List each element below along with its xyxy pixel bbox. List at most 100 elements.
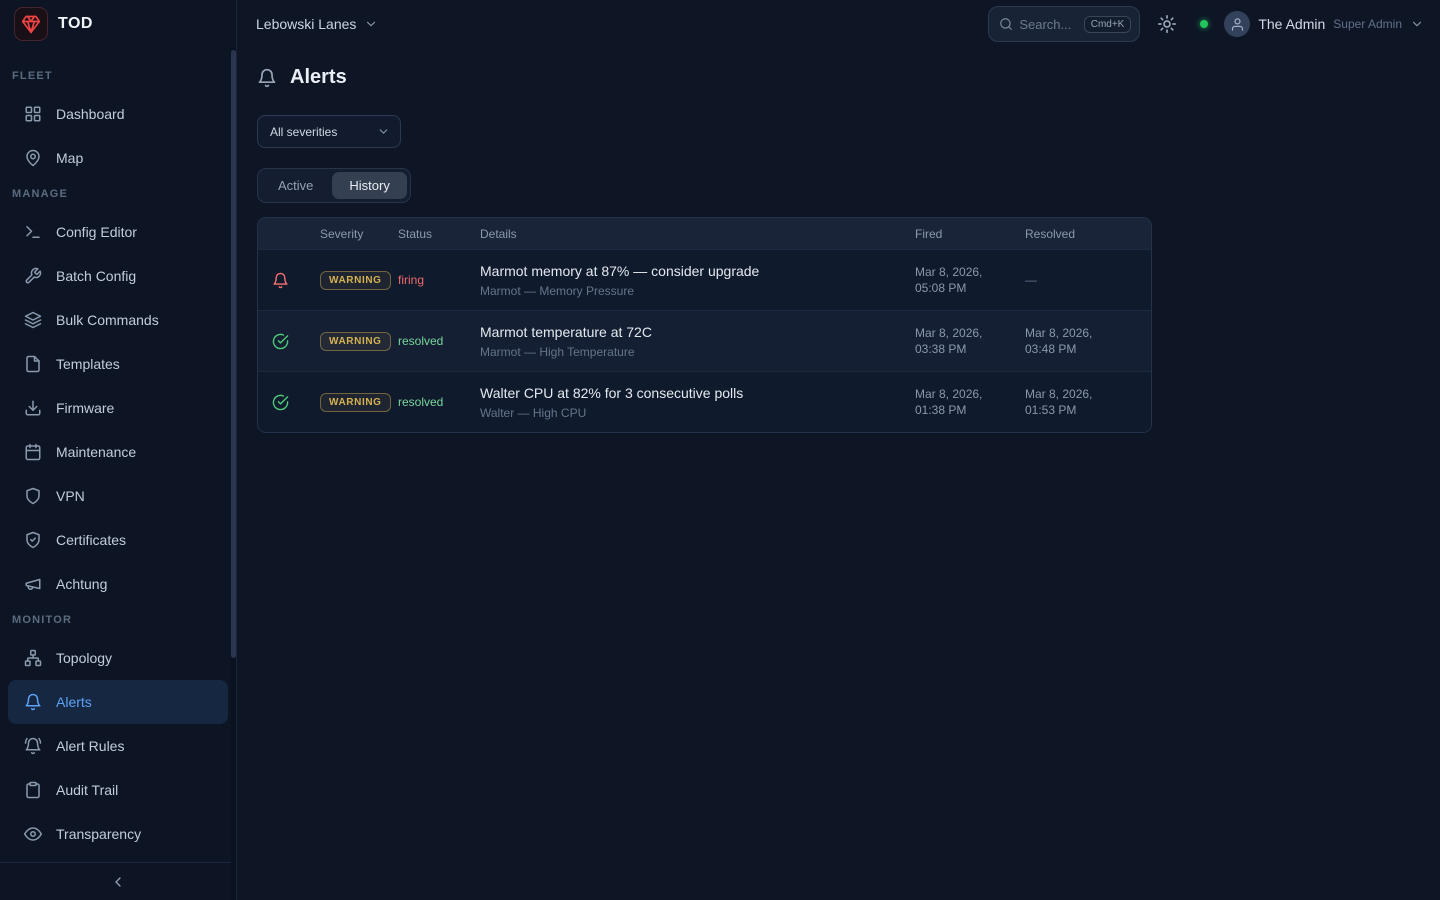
chevron-down-icon [1410, 17, 1424, 31]
user-icon [1230, 17, 1245, 32]
shield-check-icon [24, 531, 42, 549]
sidebar-scrollbar-thumb[interactable] [231, 50, 236, 658]
page-content: Alerts All severities Active History Sev… [237, 48, 1440, 900]
sidebar-item-config-editor[interactable]: Config Editor [8, 210, 228, 254]
tab-history[interactable]: History [332, 172, 406, 199]
sidebar-item-label: Transparency [56, 826, 141, 842]
alert-details: Walter CPU at 82% for 3 consecutive poll… [480, 385, 913, 420]
org-selector[interactable]: Lebowski Lanes [256, 16, 378, 32]
sidebar-item-transparency[interactable]: Transparency [8, 812, 228, 856]
search-icon [999, 17, 1013, 31]
check-circle-icon [272, 394, 289, 411]
check-circle-icon [272, 333, 289, 350]
sidebar-header: TOD [0, 0, 236, 48]
alert-details: Marmot temperature at 72C Marmot — High … [480, 324, 913, 359]
sidebar-item-batch-config[interactable]: Batch Config [8, 254, 228, 298]
sidebar-item-label: VPN [56, 488, 85, 504]
sidebar-item-dashboard[interactable]: Dashboard [8, 92, 228, 136]
sidebar-item-vpn[interactable]: VPN [8, 474, 228, 518]
header-resolved: Resolved [1025, 227, 1137, 241]
sidebar-item-certificates[interactable]: Certificates [8, 518, 228, 562]
theme-toggle-button[interactable] [1150, 7, 1184, 41]
resolved-time: Mar 8, 2026, 01:53 PM [1025, 386, 1117, 418]
table-row[interactable]: WARNING resolved Marmot temperature at 7… [258, 310, 1151, 371]
alert-title: Marmot temperature at 72C [480, 324, 913, 340]
sidebar-scrollbar[interactable] [231, 48, 236, 900]
sidebar-item-maintenance[interactable]: Maintenance [8, 430, 228, 474]
sidebar-item-label: Alert Rules [56, 738, 124, 754]
sidebar-item-label: Batch Config [56, 268, 136, 284]
sidebar-item-label: Achtung [56, 576, 107, 592]
chevron-left-icon [110, 874, 126, 890]
sidebar-item-bulk-commands[interactable]: Bulk Commands [8, 298, 228, 342]
alerts-tab-group: Active History [257, 168, 411, 203]
section-label-manage: MANAGE [8, 180, 228, 210]
alert-subtitle: Marmot — High Temperature [480, 345, 913, 359]
bell-icon [24, 693, 42, 711]
sidebar: TOD FLEET Dashboard Map MANAGE Config Ed… [0, 0, 237, 900]
download-icon [24, 399, 42, 417]
eye-icon [24, 825, 42, 843]
sidebar-item-label: Alerts [56, 694, 92, 710]
status-text: firing [398, 273, 478, 287]
search-shortcut-badge: Cmd+K [1084, 16, 1132, 33]
severity-badge: WARNING [320, 393, 391, 412]
sidebar-item-achtung[interactable]: Achtung [8, 562, 228, 606]
alerts-table: Severity Status Details Fired Resolved W… [257, 217, 1152, 433]
sidebar-item-label: Templates [56, 356, 120, 372]
tab-active[interactable]: Active [261, 172, 330, 199]
user-role-badge: Super Admin [1333, 17, 1402, 31]
status-text: resolved [398, 334, 478, 348]
alert-details: Marmot memory at 87% — consider upgrade … [480, 263, 913, 298]
header-fired: Fired [915, 227, 1023, 241]
bell-icon [257, 68, 277, 88]
fired-time: Mar 8, 2026, 01:38 PM [915, 386, 1007, 418]
sidebar-item-templates[interactable]: Templates [8, 342, 228, 386]
sidebar-item-label: Config Editor [56, 224, 137, 240]
user-menu-chevron [1410, 17, 1424, 31]
user-menu[interactable]: The Admin Super Admin [1224, 11, 1424, 37]
sidebar-item-firmware[interactable]: Firmware [8, 386, 228, 430]
sun-icon [1158, 15, 1176, 33]
severity-filter-select[interactable]: All severities [257, 115, 401, 148]
sidebar-item-map[interactable]: Map [8, 136, 228, 180]
page-title-row: Alerts [257, 66, 1420, 89]
gem-icon [21, 14, 41, 34]
main-area: Lebowski Lanes Cmd+K The Admin Super Adm… [237, 0, 1440, 900]
fired-time: Mar 8, 2026, 03:38 PM [915, 325, 1007, 357]
page-title: Alerts [290, 66, 347, 89]
section-label-fleet: FLEET [8, 62, 228, 92]
header-status: Status [398, 227, 478, 241]
resolved-time: Mar 8, 2026, 03:48 PM [1025, 325, 1117, 357]
sidebar-item-label: Firmware [56, 400, 114, 416]
sidebar-item-label: Certificates [56, 532, 126, 548]
file-icon [24, 355, 42, 373]
sidebar-item-alert-rules[interactable]: Alert Rules [8, 724, 228, 768]
avatar [1224, 11, 1250, 37]
terminal-icon [24, 223, 42, 241]
sidebar-item-label: Audit Trail [56, 782, 118, 798]
brand-name: TOD [58, 15, 93, 33]
header-severity: Severity [320, 227, 396, 241]
sidebar-item-label: Topology [56, 650, 112, 666]
fired-time: Mar 8, 2026, 05:08 PM [915, 264, 1007, 296]
status-text: resolved [398, 395, 478, 409]
sidebar-item-label: Dashboard [56, 106, 125, 122]
layers-icon [24, 311, 42, 329]
sidebar-item-label: Maintenance [56, 444, 136, 460]
table-row[interactable]: WARNING resolved Walter CPU at 82% for 3… [258, 371, 1151, 432]
alert-title: Marmot memory at 87% — consider upgrade [480, 263, 913, 279]
table-row[interactable]: WARNING firing Marmot memory at 87% — co… [258, 249, 1151, 310]
sidebar-item-label: Bulk Commands [56, 312, 159, 328]
shield-icon [24, 487, 42, 505]
sidebar-collapse-button[interactable] [0, 862, 236, 900]
search-input[interactable] [1019, 17, 1077, 32]
sidebar-item-topology[interactable]: Topology [8, 636, 228, 680]
sidebar-item-audit-trail[interactable]: Audit Trail [8, 768, 228, 812]
header-details: Details [480, 227, 913, 241]
brand-logo[interactable] [14, 7, 48, 41]
search-box[interactable]: Cmd+K [988, 6, 1140, 42]
alert-subtitle: Walter — High CPU [480, 406, 913, 420]
sidebar-item-alerts[interactable]: Alerts [8, 680, 228, 724]
org-name: Lebowski Lanes [256, 16, 356, 32]
